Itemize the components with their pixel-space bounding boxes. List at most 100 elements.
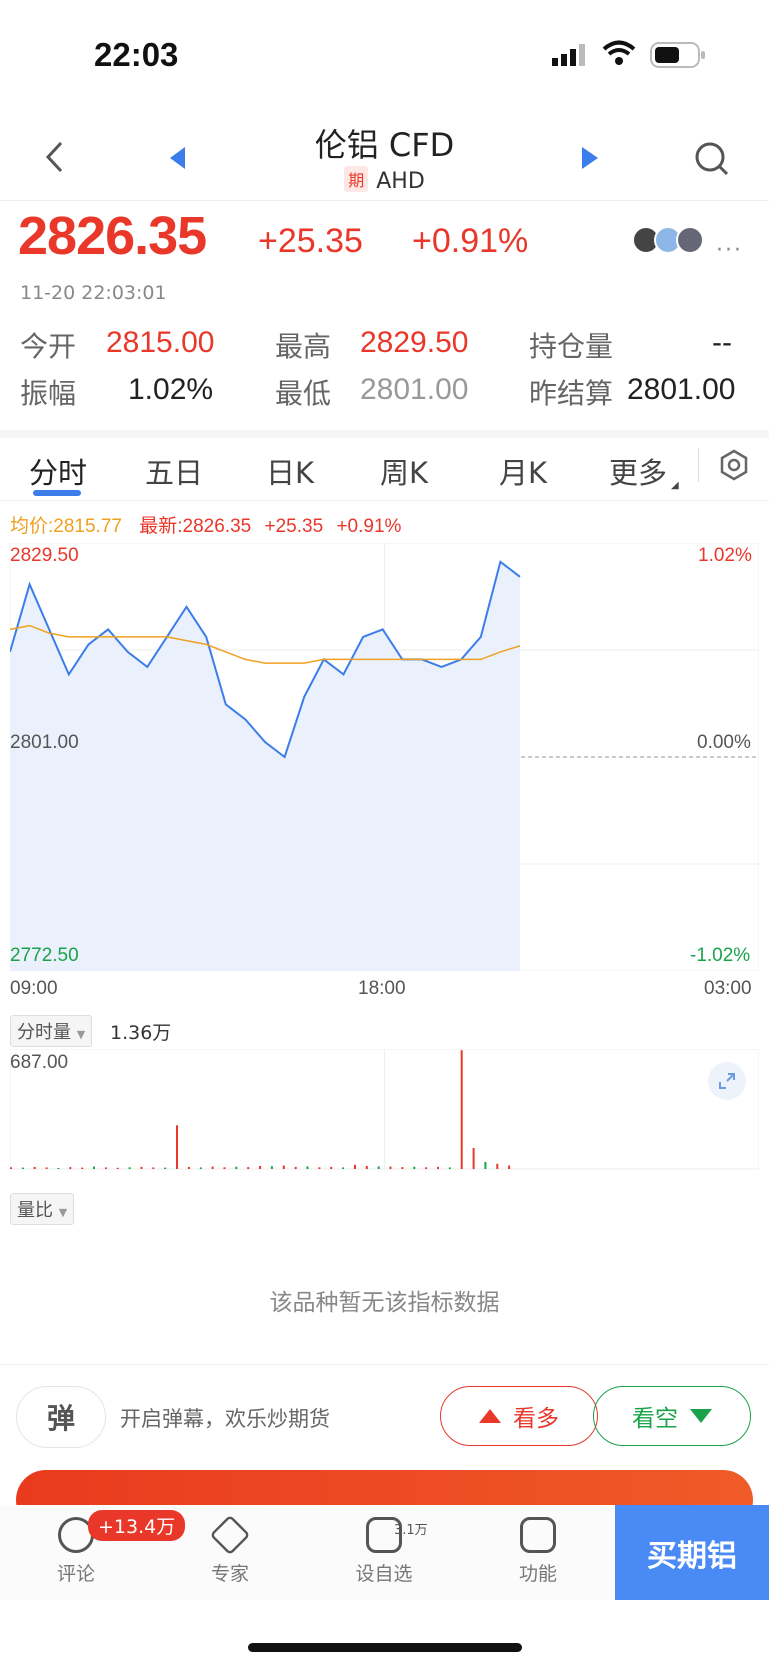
more-icon[interactable]: ···	[716, 238, 743, 263]
open-value: 2815.00	[106, 326, 215, 359]
latest-price-legend: 最新:2826.35	[139, 516, 252, 537]
volume-bar	[270, 1166, 273, 1169]
next-icon[interactable]	[582, 147, 598, 173]
volume-bar	[128, 1167, 131, 1169]
volume-bar	[484, 1162, 487, 1169]
y-min-label: 2772.50	[10, 945, 79, 966]
low-label: 最低	[275, 377, 332, 410]
volume-bar	[437, 1166, 439, 1169]
price-change-pct: +0.91%	[412, 222, 529, 260]
ratio-indicator-select[interactable]: 量比 ▼	[10, 1193, 75, 1225]
bear-label: 看空	[632, 1406, 678, 1432]
expert-label: 专家	[210, 1563, 249, 1585]
last-price: 2826.35	[18, 206, 207, 266]
y-max-label: 2829.50	[10, 545, 79, 566]
amp-value: 1.02%	[128, 373, 214, 406]
x-tick-start: 09:00	[10, 978, 58, 999]
volume-bar	[211, 1166, 214, 1169]
up-arrow-icon	[479, 1409, 501, 1423]
intraday-chart[interactable]	[10, 543, 759, 971]
ratio-indicator-label: 量比	[17, 1200, 53, 1221]
high-label: 最高	[275, 330, 332, 363]
volume-bar	[318, 1167, 321, 1169]
barrage-toggle[interactable]: 弹	[16, 1386, 106, 1448]
chevron-down-icon: ▼	[58, 1206, 68, 1219]
tab-5day[interactable]: 五日	[145, 450, 203, 492]
tab-watchlist[interactable]: 设自选	[329, 1505, 439, 1586]
home-indicator	[248, 1643, 522, 1652]
tab-monthly-k[interactable]: 月K	[499, 450, 547, 492]
low-value: 2801.00	[360, 373, 469, 406]
chart-legend: 均价:2815.77 最新:2826.35 +25.35 +0.91%	[10, 511, 401, 538]
tab-more[interactable]: 更多	[609, 450, 667, 492]
down-arrow-icon	[690, 1409, 712, 1423]
wifi-icon	[602, 40, 636, 70]
bottom-divider	[0, 1364, 769, 1365]
volume-bar	[365, 1165, 368, 1169]
tab-weekly-k[interactable]: 周K	[380, 450, 428, 492]
volume-bar	[140, 1166, 143, 1169]
tab-intraday[interactable]: 分时	[29, 450, 87, 492]
nav-divider	[0, 200, 769, 201]
battery-icon	[650, 42, 706, 72]
volume-bar	[472, 1148, 475, 1169]
contract-code: 期 AHD	[0, 166, 769, 194]
oi-label: 持仓量	[529, 330, 614, 363]
pct-min-label: -1.02%	[690, 945, 751, 966]
settings-icon[interactable]	[718, 449, 750, 485]
volume-bar	[10, 1167, 12, 1169]
watchlist-badge: 3.1万	[394, 1523, 428, 1538]
tab-expert[interactable]: 专家	[175, 1505, 285, 1586]
volume-bar	[401, 1167, 404, 1169]
prev-settle-value: 2801.00	[627, 373, 736, 406]
status-time: 22:03	[94, 36, 179, 73]
volume-max-label: 687.00	[10, 1052, 69, 1073]
volume-bar	[81, 1167, 84, 1169]
volume-bar	[33, 1166, 36, 1169]
avatar	[676, 226, 704, 254]
buy-button[interactable]: 买期铝	[615, 1505, 769, 1600]
volume-bar	[152, 1167, 155, 1169]
volume-bar	[199, 1167, 202, 1169]
comment-label: 评论	[56, 1563, 95, 1585]
bear-button[interactable]: 看空	[593, 1386, 751, 1446]
volume-bar	[496, 1163, 499, 1169]
volume-indicator-select[interactable]: 分时量 ▼	[10, 1015, 93, 1047]
volume-bar	[235, 1166, 238, 1169]
amp-label: 振幅	[20, 377, 77, 410]
open-label: 今开	[20, 330, 77, 363]
diamond-icon	[209, 1514, 251, 1556]
expand-icon[interactable]	[708, 1062, 746, 1100]
active-tab-indicator	[33, 490, 81, 496]
search-icon[interactable]	[695, 142, 729, 180]
volume-bar	[342, 1167, 345, 1169]
oi-value: --	[712, 326, 732, 359]
volume-bar	[45, 1167, 48, 1169]
tab-daily-k[interactable]: 日K	[266, 450, 314, 492]
pct-legend: +0.91%	[336, 516, 402, 537]
bull-button[interactable]: 看多	[440, 1386, 598, 1446]
comment-badge: +13.4万	[88, 1510, 186, 1541]
volume-bar	[460, 1050, 463, 1169]
volume-bar	[306, 1166, 309, 1169]
pct-max-label: 1.02%	[698, 545, 752, 566]
quote-timestamp: 11-20 22:03:01	[20, 282, 167, 304]
volume-bar	[389, 1166, 392, 1169]
volume-bar	[104, 1167, 107, 1169]
tab-function[interactable]: 功能	[483, 1505, 593, 1586]
volume-bar	[93, 1166, 95, 1169]
no-data-message: 该品种暂无该指标数据	[269, 1290, 500, 1316]
change-legend: +25.35	[264, 516, 324, 537]
page-title: 伦铝 CFD	[314, 126, 455, 164]
futures-badge: 期	[344, 166, 369, 192]
barrage-prompt[interactable]: 开启弹幕，欢乐炒期货	[120, 1403, 330, 1433]
volume-bar	[21, 1167, 24, 1169]
avg-price-legend: 均价:2815.77	[10, 516, 122, 537]
volume-bar	[413, 1166, 416, 1169]
volume-chart[interactable]	[10, 1049, 759, 1179]
code-label: AHD	[376, 169, 425, 194]
high-value: 2829.50	[360, 326, 469, 359]
bull-label: 看多	[513, 1406, 559, 1432]
volume-bar	[116, 1167, 119, 1169]
volume-bar	[425, 1167, 428, 1169]
